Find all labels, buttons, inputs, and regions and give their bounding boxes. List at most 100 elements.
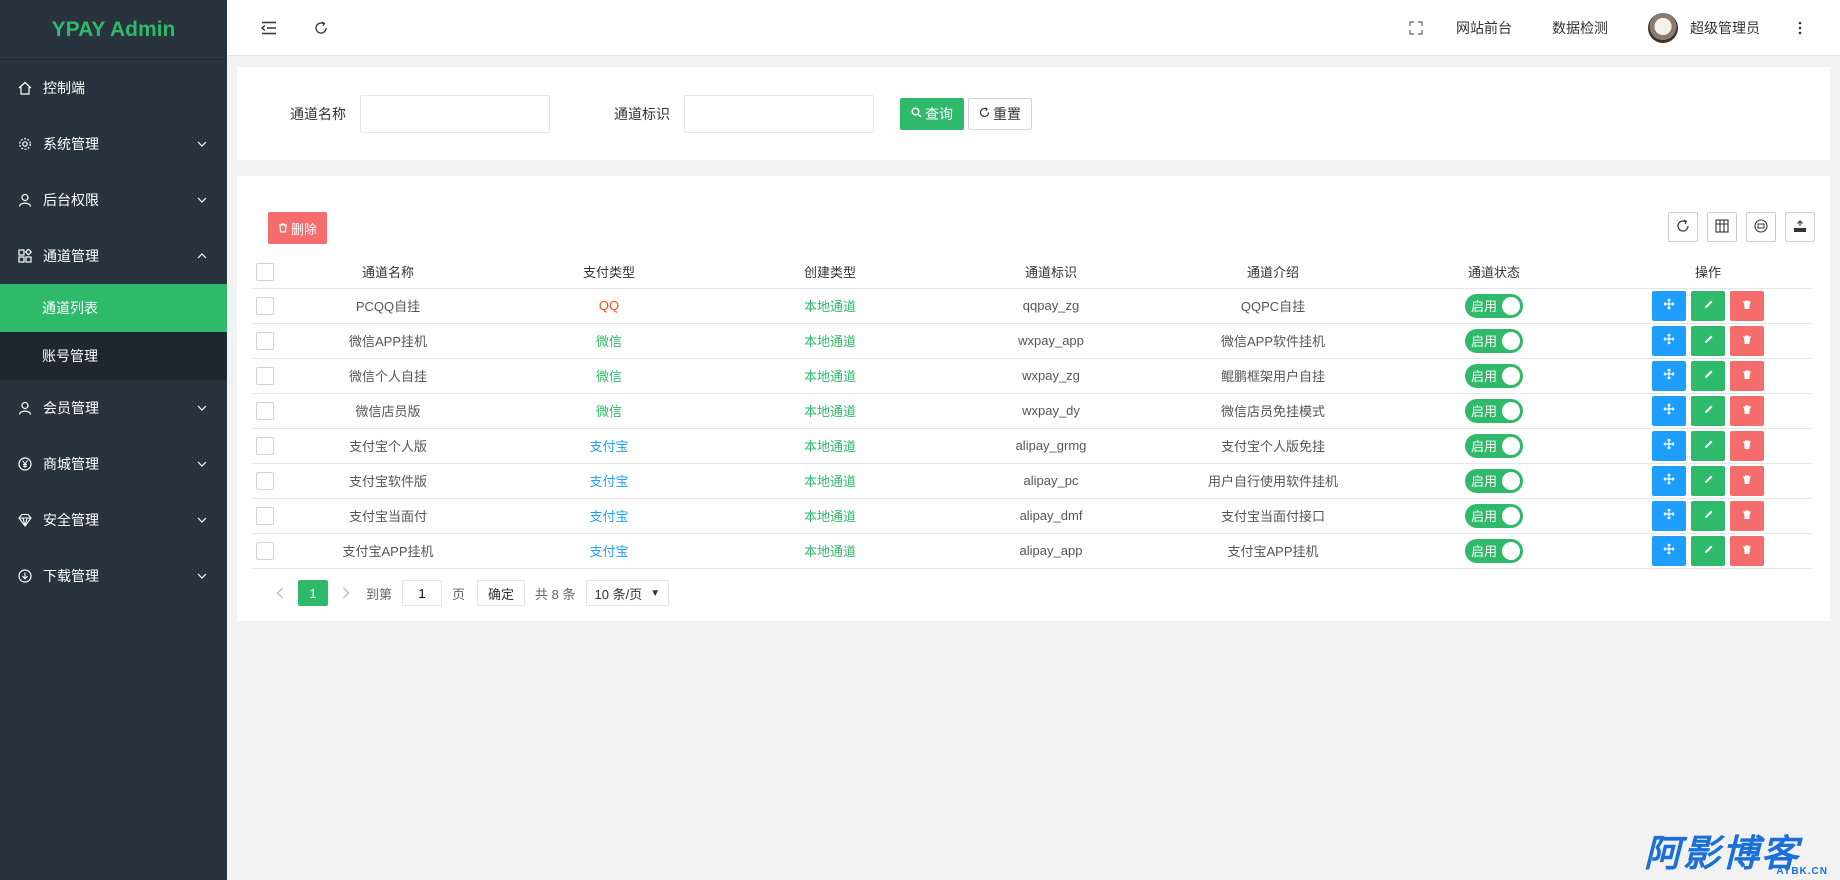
delete-row-button[interactable] xyxy=(1730,430,1764,461)
channel-name-input[interactable] xyxy=(360,94,550,133)
delete-button[interactable]: 删除 xyxy=(268,212,328,244)
move-button[interactable] xyxy=(1652,290,1686,321)
row-select-cell[interactable] xyxy=(252,323,278,359)
sidebar-subitem-channel-list[interactable]: 通道列表 xyxy=(0,284,227,332)
sidebar-item-mall[interactable]: 商城管理 xyxy=(0,436,227,492)
cell-status: 启用 xyxy=(1384,393,1604,429)
row-select-cell[interactable] xyxy=(252,498,278,534)
move-button[interactable] xyxy=(1652,325,1686,356)
row-select-cell[interactable] xyxy=(252,288,278,324)
delete-row-button[interactable] xyxy=(1730,360,1764,391)
user-menu[interactable]: 超级管理员 xyxy=(1628,12,1780,43)
edit-icon xyxy=(1703,333,1714,348)
column-header: 操作 xyxy=(1604,256,1812,289)
sidebar-item-channels[interactable]: 通道管理 xyxy=(0,228,227,284)
status-toggle[interactable]: 启用 xyxy=(1465,468,1523,493)
edit-button[interactable] xyxy=(1691,500,1725,531)
edit-button[interactable] xyxy=(1691,290,1725,321)
cell-create-type: 本地通道 xyxy=(720,463,940,499)
export-button[interactable] xyxy=(1785,212,1815,242)
sidebar-item-permissions[interactable]: 后台权限 xyxy=(0,172,227,228)
delete-row-button[interactable] xyxy=(1730,535,1764,566)
row-select-cell[interactable] xyxy=(252,428,278,464)
checkbox[interactable] xyxy=(256,262,274,281)
checkbox[interactable] xyxy=(256,366,274,385)
watermark-logo: 阿影博客 AYBK.CN xyxy=(1644,834,1834,878)
status-toggle[interactable]: 启用 xyxy=(1465,363,1523,388)
goto-confirm-button[interactable]: 确定 xyxy=(477,580,526,606)
data-check-link[interactable]: 数据检测 xyxy=(1532,18,1628,38)
move-button[interactable] xyxy=(1652,465,1686,496)
sidebar-item-security[interactable]: 安全管理 xyxy=(0,492,227,548)
table-refresh-button[interactable] xyxy=(1668,212,1698,242)
status-toggle[interactable]: 启用 xyxy=(1465,398,1523,423)
cell-create-type: 本地通道 xyxy=(720,393,940,429)
checkbox[interactable] xyxy=(256,436,274,455)
reset-button[interactable]: 重置 xyxy=(968,97,1032,130)
next-page-icon[interactable] xyxy=(334,580,358,606)
edit-button[interactable] xyxy=(1691,325,1725,356)
sidebar-item-members[interactable]: 会员管理 xyxy=(0,380,227,436)
cell-pay-type: 微信 xyxy=(498,323,720,359)
move-button[interactable] xyxy=(1652,395,1686,426)
cell-status: 启用 xyxy=(1384,463,1604,499)
delete-row-button[interactable] xyxy=(1730,325,1764,356)
checkbox[interactable] xyxy=(256,506,274,525)
goto-page-input[interactable] xyxy=(402,580,443,606)
status-toggle[interactable]: 启用 xyxy=(1465,538,1523,563)
app-logo: YPAY Admin xyxy=(0,0,227,60)
checkbox[interactable] xyxy=(256,401,274,420)
status-toggle[interactable]: 启用 xyxy=(1465,328,1523,353)
move-button[interactable] xyxy=(1652,430,1686,461)
delete-row-button[interactable] xyxy=(1730,465,1764,496)
move-icon xyxy=(1663,368,1675,383)
menu-toggle-icon[interactable] xyxy=(249,0,289,56)
sidebar-subitem-account-management[interactable]: 账号管理 xyxy=(0,332,227,380)
print-button[interactable] xyxy=(1746,212,1776,242)
column-filter-button[interactable] xyxy=(1707,212,1737,242)
cell-pay-type: QQ xyxy=(498,288,720,324)
more-vertical-icon[interactable] xyxy=(1780,0,1820,56)
move-button[interactable] xyxy=(1652,360,1686,391)
row-select-cell[interactable] xyxy=(252,533,278,569)
header-select-all[interactable] xyxy=(252,256,278,289)
prev-page-icon[interactable] xyxy=(268,580,292,606)
row-select-cell[interactable] xyxy=(252,463,278,499)
delete-row-button[interactable] xyxy=(1730,395,1764,426)
query-button[interactable]: 查询 xyxy=(900,97,964,130)
cell-actions xyxy=(1604,393,1812,429)
page-size-select[interactable]: 10 条/页 ▼ xyxy=(585,580,670,606)
edit-button[interactable] xyxy=(1691,465,1725,496)
table-row: PCQQ自挂 QQ 本地通道 qqpay_zg QQPC自挂 启用 xyxy=(252,288,1812,324)
site-frontend-link[interactable]: 网站前台 xyxy=(1436,18,1532,38)
move-button[interactable] xyxy=(1652,500,1686,531)
checkbox[interactable] xyxy=(256,331,274,350)
sidebar: YPAY Admin 控制端 系统管理 后台权限 通道管理 通道列表 账号管理 … xyxy=(0,0,227,880)
edit-icon xyxy=(1703,473,1714,488)
cell-create-type: 本地通道 xyxy=(720,533,940,569)
row-select-cell[interactable] xyxy=(252,393,278,429)
checkbox[interactable] xyxy=(256,296,274,315)
edit-icon xyxy=(1703,298,1714,313)
refresh-icon[interactable] xyxy=(301,0,341,56)
toggle-knob xyxy=(1502,331,1520,350)
current-page[interactable]: 1 xyxy=(298,580,328,606)
delete-row-button[interactable] xyxy=(1730,500,1764,531)
checkbox[interactable] xyxy=(256,471,274,490)
edit-button[interactable] xyxy=(1691,360,1725,391)
sidebar-item-system[interactable]: 系统管理 xyxy=(0,116,227,172)
move-button[interactable] xyxy=(1652,535,1686,566)
sidebar-item-console[interactable]: 控制端 xyxy=(0,60,227,116)
delete-row-button[interactable] xyxy=(1730,290,1764,321)
sidebar-item-downloads[interactable]: 下载管理 xyxy=(0,548,227,604)
status-toggle[interactable]: 启用 xyxy=(1465,503,1523,528)
channel-id-input[interactable] xyxy=(684,94,874,133)
status-toggle[interactable]: 启用 xyxy=(1465,433,1523,458)
edit-button[interactable] xyxy=(1691,535,1725,566)
edit-button[interactable] xyxy=(1691,430,1725,461)
row-select-cell[interactable] xyxy=(252,358,278,394)
status-toggle[interactable]: 启用 xyxy=(1465,293,1523,318)
fullscreen-icon[interactable] xyxy=(1396,0,1436,56)
checkbox[interactable] xyxy=(256,541,274,560)
edit-button[interactable] xyxy=(1691,395,1725,426)
